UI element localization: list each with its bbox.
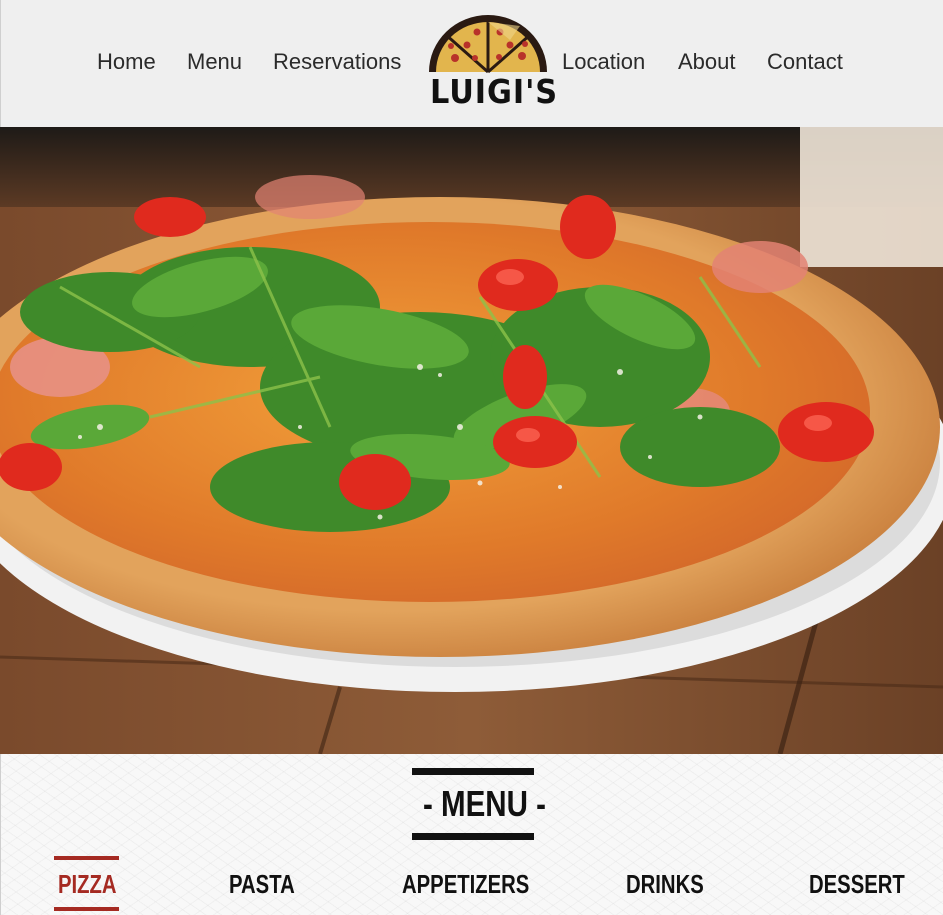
tab-appetizers[interactable]: APPETIZERS [402,864,529,904]
pizza-icon [429,15,547,74]
hero-image [0,127,943,754]
logo-text: LUIGI'S [430,72,559,111]
menu-heading-top-rule [412,768,534,775]
nav-link-contact[interactable]: Contact [767,48,843,76]
nav-link-reservations[interactable]: Reservations [273,48,401,76]
menu-heading-bottom-rule [412,833,534,840]
nav-link-menu[interactable]: Menu [187,48,242,76]
menu-heading: - MENU - [412,768,546,840]
logo[interactable]: LUIGI'S [425,12,559,114]
tab-dessert[interactable]: DESSERT [809,864,905,904]
tab-drinks[interactable]: DRINKS [626,864,704,904]
active-tab-top-indicator [54,856,119,860]
active-tab-bottom-indicator [54,907,119,911]
nav-link-about[interactable]: About [678,48,736,76]
nav-link-home[interactable]: Home [97,48,156,76]
tab-pasta[interactable]: PASTA [229,864,295,904]
site-header: Home Menu Reservations LUIGI'S Location … [0,0,943,127]
menu-section: - MENU - PIZZA PASTA APPETIZERS DRINKS D… [0,754,943,915]
nav-link-location[interactable]: Location [562,48,645,76]
tab-pizza[interactable]: PIZZA [58,864,117,904]
menu-title: - MENU - [422,783,546,824]
